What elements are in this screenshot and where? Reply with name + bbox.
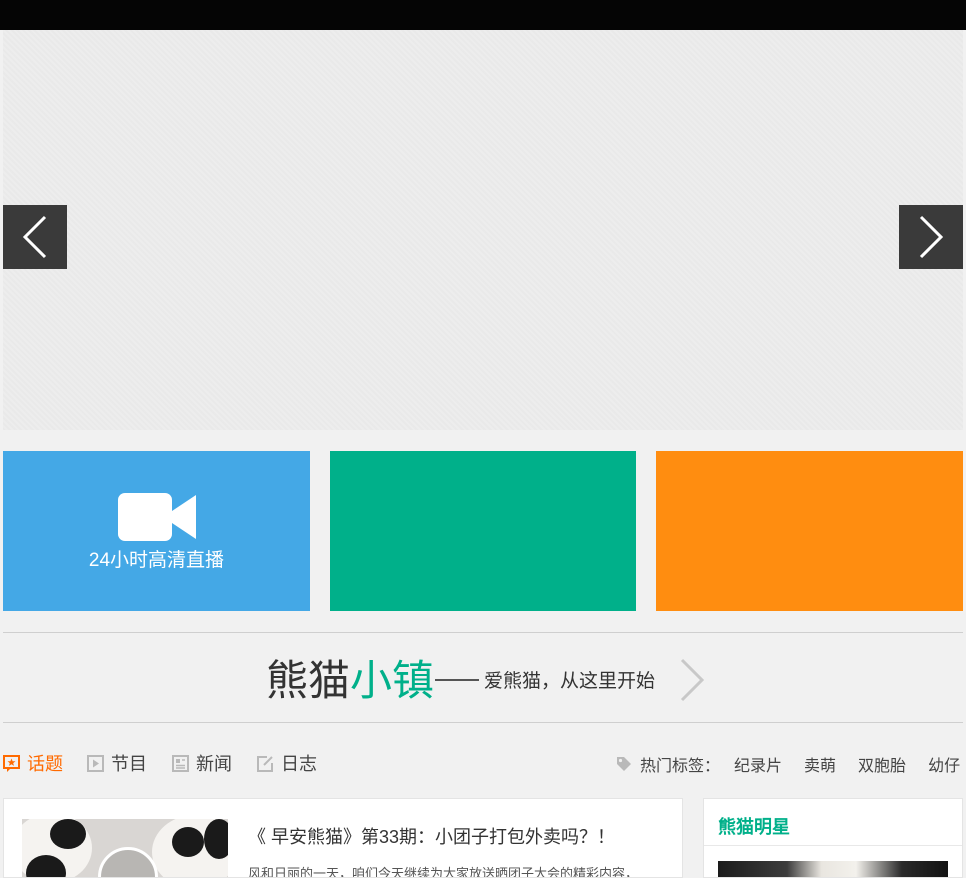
tab-nav: 话题 节目 新闻 日志 热门标签： 纪录片 卖萌 双胞胎 幼仔 (0, 746, 966, 780)
tab-topic-label: 话题 (27, 754, 63, 774)
hot-tag-documentary[interactable]: 纪录片 (734, 752, 782, 776)
feature-tile-orange[interactable] (656, 451, 963, 611)
slider-prev-button[interactable] (3, 205, 67, 269)
topic-icon (3, 754, 20, 772)
edit-icon (257, 755, 273, 772)
top-bar (0, 0, 966, 30)
divider (3, 722, 963, 723)
panda-star-image[interactable] (718, 861, 948, 877)
hot-tag-cub[interactable]: 幼仔 (928, 752, 960, 776)
banner-title-main: 熊猫 (266, 657, 351, 704)
news-icon (172, 754, 189, 772)
banner-title: 熊猫小镇 (266, 654, 434, 708)
tab-program[interactable]: 节目 (87, 750, 147, 776)
hot-tag-cute[interactable]: 卖萌 (804, 752, 836, 776)
video-camera-icon (117, 492, 196, 541)
chevron-left-icon (22, 215, 47, 259)
chevron-right-icon[interactable] (678, 656, 706, 704)
divider (704, 845, 962, 846)
hot-tag-twins[interactable]: 双胞胎 (858, 752, 906, 776)
tab-diary-label: 日志 (281, 754, 317, 774)
hero-slider (3, 30, 963, 430)
hot-tags-label: 热门标签： (640, 758, 721, 775)
live-stream-tile[interactable]: 24小时高清直播 (3, 451, 310, 611)
tab-program-label: 节目 (111, 754, 147, 774)
hot-tags: 热门标签： 纪录片 卖萌 双胞胎 幼仔 (616, 752, 960, 776)
article-excerpt: 风和日丽的一天，咱们今天继续为大家放送晒团子大会的精彩内容， (248, 866, 639, 878)
section-banner: 熊猫小镇 爱熊猫，从这里开始 (0, 646, 966, 716)
tag-icon (617, 757, 631, 771)
play-icon[interactable] (98, 847, 158, 877)
panda-star-card: 熊猫明星 (703, 798, 963, 878)
sidebar-title: 熊猫明星 (718, 817, 790, 837)
feature-tile-green[interactable] (330, 451, 636, 611)
banner-slogan: 爱熊猫，从这里开始 (484, 671, 656, 692)
banner-dash (435, 679, 479, 681)
live-stream-label: 24小时高清直播 (88, 549, 225, 571)
tab-news[interactable]: 新闻 (172, 750, 232, 776)
chevron-right-icon (919, 215, 944, 259)
topic-card: 《 早安熊猫》第33期：小团子打包外卖吗？！ 风和日丽的一天，咱们今天继续为大家… (3, 798, 683, 878)
banner-title-accent: 小镇 (350, 657, 435, 704)
tab-topic[interactable]: 话题 (3, 750, 63, 776)
video-thumbnail[interactable] (22, 819, 228, 877)
play-icon (87, 754, 104, 772)
slider-next-button[interactable] (899, 205, 963, 269)
divider (3, 632, 963, 633)
article-title[interactable]: 《 早安熊猫》第33期：小团子打包外卖吗？！ (248, 823, 615, 849)
tab-diary[interactable]: 日志 (257, 750, 317, 776)
tab-news-label: 新闻 (196, 754, 232, 774)
